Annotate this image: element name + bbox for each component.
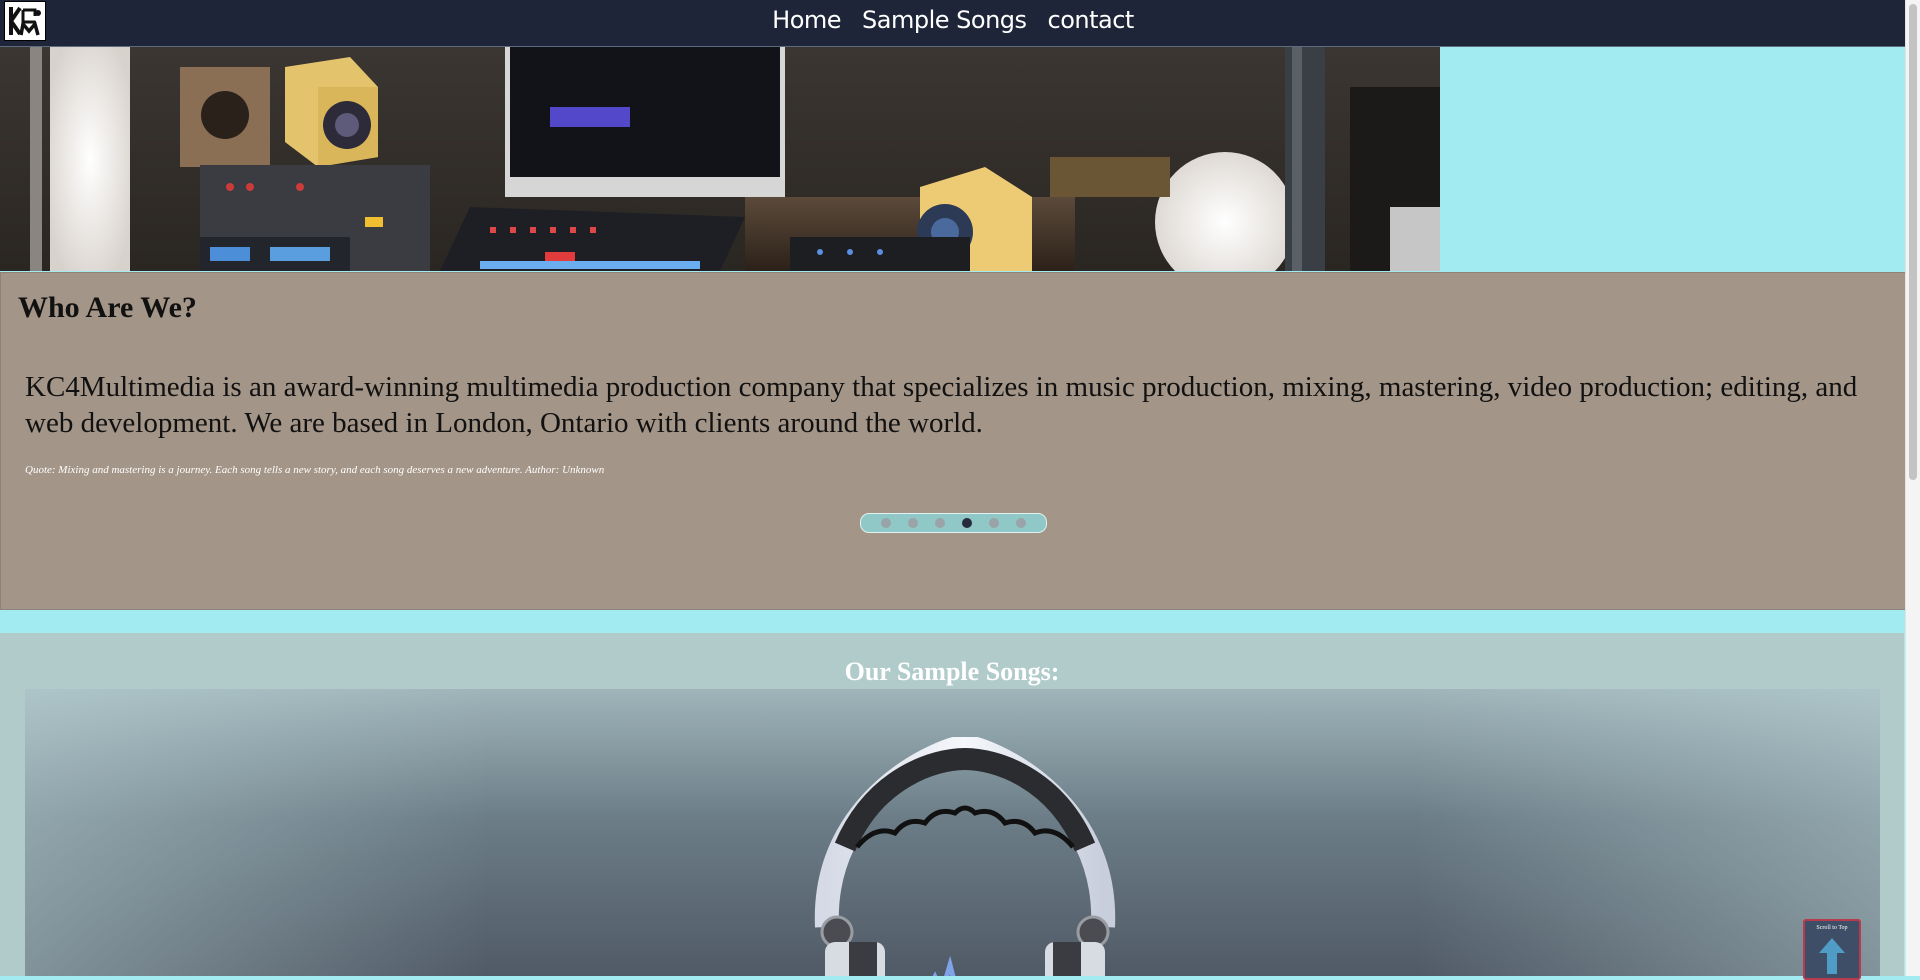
nav-home-link[interactable]: Home [772, 0, 841, 40]
scrollbar-thumb[interactable] [1909, 4, 1917, 480]
carousel-dot-5[interactable] [989, 518, 999, 528]
carousel-dot-2[interactable] [908, 518, 918, 528]
carousel-dot-6[interactable] [1016, 518, 1026, 528]
carousel-indicators [860, 513, 1047, 533]
about-description: KC4Multimedia is an award-winning multim… [25, 371, 1858, 439]
about-section: Who Are We? KC4Multimedia is an award-wi… [0, 272, 1906, 610]
sample-songs-section: Our Sample Songs: [0, 633, 1904, 976]
top-navbar: Home Sample Songs contact [0, 0, 1906, 47]
sample-songs-panel [25, 689, 1880, 976]
about-heading: Who Are We? [18, 291, 197, 324]
scroll-to-top-label: Scroll to Top [1816, 925, 1848, 931]
nav-links: Home Sample Songs contact [0, 0, 1906, 40]
sample-songs-heading: Our Sample Songs: [844, 657, 1060, 686]
nav-sample-songs-link[interactable]: Sample Songs [862, 0, 1027, 40]
page-scrollbar[interactable] [1905, 0, 1920, 976]
headphones-icon [814, 737, 1116, 976]
scroll-to-top-button[interactable]: Scroll to Top [1803, 919, 1861, 980]
nav-contact-link[interactable]: contact [1048, 0, 1135, 40]
arrow-up-icon [1819, 938, 1845, 974]
carousel-dot-4[interactable] [962, 518, 972, 528]
studio-desk-image [0, 47, 1440, 271]
about-quote: Quote: Mixing and mastering is a journey… [25, 464, 605, 476]
carousel-dot-1[interactable] [881, 518, 891, 528]
carousel-dot-3[interactable] [935, 518, 945, 528]
